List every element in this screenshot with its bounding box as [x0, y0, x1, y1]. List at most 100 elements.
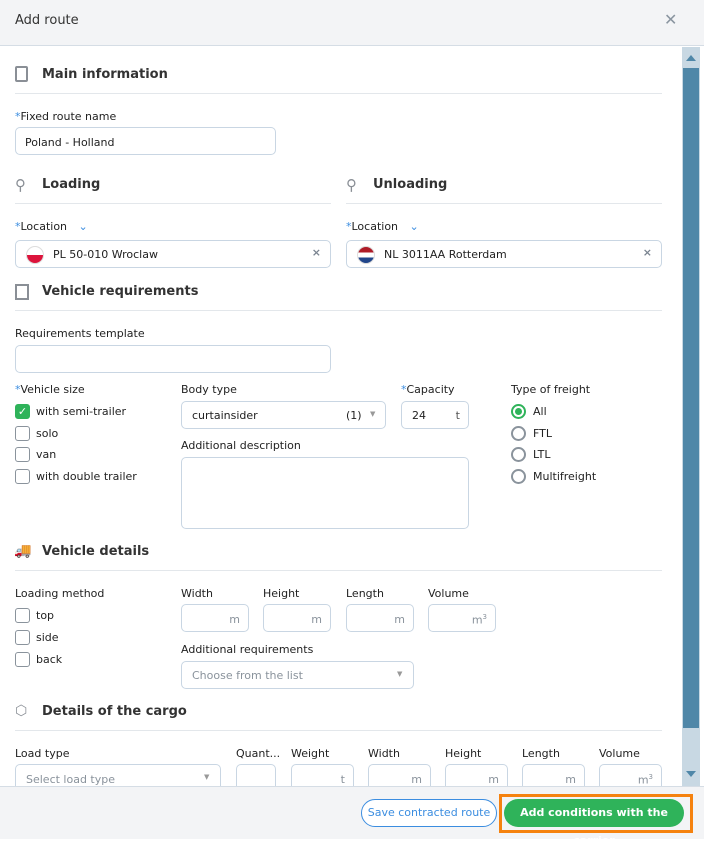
route-name-label: *Fixed route name — [15, 110, 117, 123]
route-name-input[interactable]: Poland - Holland — [15, 127, 276, 155]
freight-radio[interactable] — [511, 468, 526, 484]
unit-t: t — [340, 773, 345, 786]
unit-m: m — [229, 613, 240, 626]
unit-m: m — [394, 613, 405, 626]
close-icon[interactable]: ✕ — [664, 10, 677, 29]
requirements-template-input[interactable] — [15, 345, 331, 373]
loading-method-label-item: side — [36, 631, 59, 644]
additional-description-label: Additional description — [181, 439, 301, 452]
width-label: Width — [181, 587, 213, 600]
freight-radio[interactable] — [511, 425, 526, 441]
chevron-down-icon[interactable]: ⌄ — [410, 220, 419, 233]
scrollbar[interactable] — [682, 47, 700, 786]
location-pin-icon: ⚲ — [346, 176, 357, 194]
additional-description-textarea[interactable] — [181, 457, 469, 529]
cargo-height-label: Height — [445, 747, 482, 760]
divider — [15, 730, 662, 731]
scroll-up-arrow-icon[interactable] — [686, 55, 696, 61]
vehicle-details-heading: Vehicle details — [42, 544, 150, 559]
additional-requirements-select[interactable]: Choose from the list ▼ — [181, 661, 414, 689]
width-input[interactable]: m — [181, 604, 249, 632]
loading-location-input[interactable]: PL 50-010 Wroclaw × — [15, 240, 331, 268]
volume-input[interactable]: m3 — [428, 604, 496, 632]
divider — [15, 310, 662, 311]
loading-method-label-item: back — [36, 653, 63, 666]
volume-label: Volume — [428, 587, 469, 600]
length-input[interactable]: m — [346, 604, 414, 632]
load-type-label: Load type — [15, 747, 70, 760]
divider — [15, 203, 331, 204]
save-contracted-route-button[interactable]: Save contracted route — [361, 799, 497, 827]
clear-icon[interactable]: × — [312, 246, 321, 259]
vehicle-requirements-heading: Vehicle requirements — [42, 284, 199, 299]
unit-m: m — [411, 773, 422, 786]
freight-option-label: LTL — [533, 448, 551, 461]
chevron-down-icon[interactable]: ⌄ — [79, 220, 88, 233]
additional-requirements-label: Additional requirements — [181, 643, 314, 656]
main-information-heading: Main information — [42, 67, 168, 82]
unloading-location-input[interactable]: NL 3011AA Rotterdam × — [346, 240, 662, 268]
divider — [15, 93, 662, 94]
poland-flag-icon — [26, 246, 44, 264]
scroll-down-arrow-icon[interactable] — [686, 771, 696, 777]
dialog-header: Add route ✕ — [0, 0, 704, 46]
unloading-location-value: NL 3011AA Rotterdam — [384, 248, 507, 261]
notepad-icon — [15, 66, 28, 82]
unit-m: m — [565, 773, 576, 786]
vehicle-size-label-text: Vehicle size — [20, 383, 85, 396]
length-label: Length — [346, 587, 384, 600]
loading-method-label-item: top — [36, 609, 55, 622]
vehicle-size-option-label: solo — [36, 426, 59, 440]
vehicle-size-label: *Vehicle size — [15, 383, 85, 396]
freight-option-label: Multifreight — [533, 469, 597, 483]
capacity-label: *Capacity — [401, 383, 455, 396]
body-type-count: (1) — [346, 409, 362, 422]
unloading-heading: Unloading — [373, 177, 448, 192]
capacity-unit: t — [455, 409, 460, 422]
vehicle-size-checkbox[interactable] — [15, 447, 30, 462]
dropdown-arrow-icon: ▼ — [397, 670, 403, 678]
dialog-title: Add route — [15, 13, 79, 28]
loading-method-checkbox[interactable] — [15, 608, 30, 623]
vehicle-size-checkbox[interactable] — [15, 425, 30, 441]
vehicle-size-option-label: with double trailer — [36, 469, 137, 483]
loading-method-checkbox[interactable] — [15, 652, 30, 667]
cargo-heading: Details of the cargo — [42, 704, 187, 719]
route-name-value: Poland - Holland — [25, 136, 115, 149]
unit-m3: m3 — [472, 613, 487, 627]
unloading-location-label-text: Location — [351, 220, 399, 233]
capacity-label-text: Capacity — [406, 383, 455, 396]
dialog-footer: Save contracted route Add conditions wit… — [0, 786, 704, 847]
height-input[interactable]: m — [263, 604, 331, 632]
weight-label: Weight — [291, 747, 330, 760]
unloading-location-label: *Location ⌄ — [346, 220, 419, 233]
scrollbar-thumb[interactable] — [683, 68, 699, 728]
loading-location-value: PL 50-010 Wroclaw — [53, 248, 158, 261]
freight-option-label: All — [533, 405, 547, 418]
unit-m3-sup: 3 — [648, 773, 653, 781]
loading-heading: Loading — [42, 177, 101, 192]
clear-icon[interactable]: × — [643, 246, 652, 259]
body-type-select[interactable]: curtainsider (1) ▼ — [181, 401, 386, 429]
vehicle-size-option-label: van — [36, 448, 57, 461]
capacity-value: 24 — [412, 409, 426, 422]
freight-radio[interactable] — [511, 447, 526, 462]
freight-radio[interactable] — [511, 404, 526, 419]
load-type-placeholder: Select load type — [26, 773, 116, 786]
unit-m3-sup: 3 — [482, 613, 487, 621]
body-type-label: Body type — [181, 383, 237, 396]
vehicle-size-checkbox[interactable]: ✓ — [15, 404, 30, 419]
cargo-length-label: Length — [522, 747, 560, 760]
route-name-label-text: Fixed route name — [20, 110, 117, 123]
add-conditions-button[interactable]: Add conditions with the carrier — [504, 799, 684, 847]
divider — [15, 570, 662, 571]
box-icon: ⬡ — [15, 703, 28, 719]
location-pin-icon: ⚲ — [15, 176, 26, 194]
loading-location-label-text: Location — [20, 220, 68, 233]
vehicle-size-checkbox[interactable] — [15, 468, 30, 484]
dropdown-arrow-icon: ▼ — [204, 773, 210, 781]
capacity-input[interactable]: 24 t — [401, 401, 469, 429]
cargo-width-label: Width — [368, 747, 400, 760]
loading-method-checkbox[interactable] — [15, 630, 30, 645]
netherlands-flag-icon — [357, 246, 375, 264]
